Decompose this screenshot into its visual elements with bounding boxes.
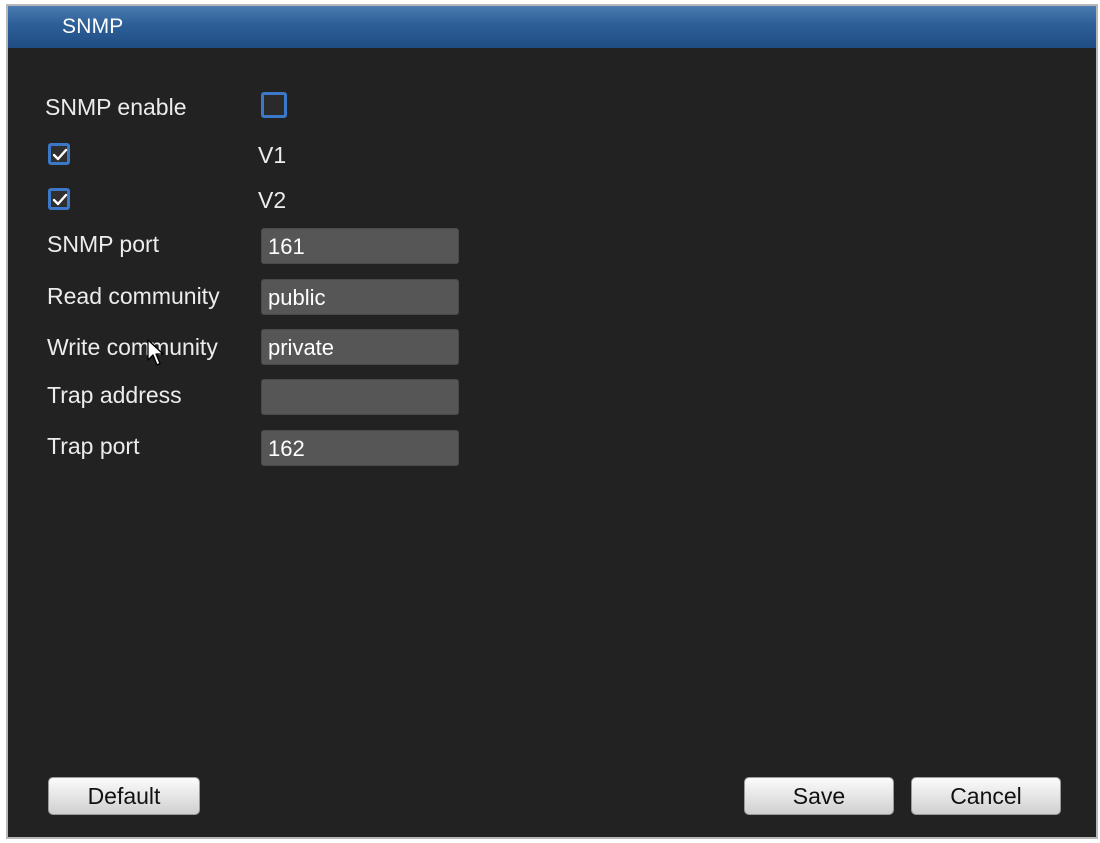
trap-address-input[interactable] <box>261 379 459 415</box>
snmp-port-label: SNMP port <box>47 231 160 257</box>
v1-label: V1 <box>258 142 287 168</box>
default-button[interactable]: Default <box>48 777 200 815</box>
checkmark-icon <box>52 148 68 161</box>
read-community-input[interactable]: public <box>261 279 459 315</box>
v2-label: V2 <box>258 187 287 213</box>
trap-port-input[interactable]: 162 <box>261 430 459 466</box>
snmp-dialog: SNMP SNMP enable V1 V2 SNMP port 161 Rea… <box>6 4 1098 839</box>
save-button[interactable]: Save <box>744 777 894 815</box>
read-community-label: Read community <box>47 283 220 309</box>
checkmark-icon <box>52 193 68 206</box>
snmp-port-input[interactable]: 161 <box>261 228 459 264</box>
trap-port-label: Trap port <box>47 433 140 459</box>
snmp-enable-label: SNMP enable <box>45 94 187 120</box>
snmp-enable-checkbox[interactable] <box>261 92 287 118</box>
v2-checkbox[interactable] <box>48 188 70 210</box>
title-bar[interactable]: SNMP <box>8 6 1096 48</box>
mouse-pointer-icon <box>147 339 164 366</box>
dialog-title: SNMP <box>62 15 124 38</box>
write-community-input[interactable]: private <box>261 329 459 365</box>
cancel-button[interactable]: Cancel <box>911 777 1061 815</box>
v1-checkbox[interactable] <box>48 143 70 165</box>
write-community-label: Write community <box>47 334 218 360</box>
trap-address-label: Trap address <box>47 382 182 408</box>
